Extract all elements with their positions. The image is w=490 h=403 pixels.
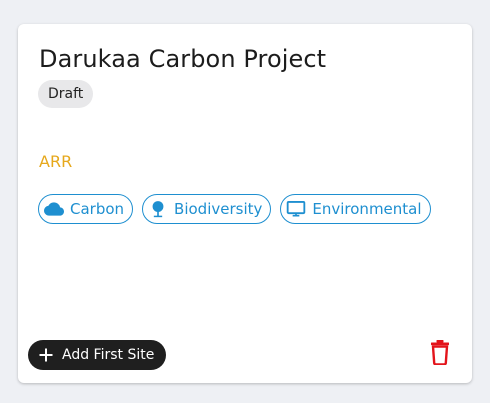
add-first-site-label: Add First Site (62, 347, 155, 363)
tree-icon (148, 199, 168, 219)
cloud-icon (44, 199, 64, 219)
tag-list: Carbon Biodiversity Environmental (38, 194, 431, 224)
tag-biodiversity[interactable]: Biodiversity (142, 194, 272, 224)
tag-label: Environmental (312, 200, 422, 218)
tag-label: Biodiversity (174, 200, 263, 218)
tag-environmental[interactable]: Environmental (280, 194, 431, 224)
add-first-site-button[interactable]: Add First Site (28, 340, 167, 370)
delete-button[interactable] (428, 340, 452, 368)
status-badge: Draft (38, 80, 94, 108)
tag-label: Carbon (70, 200, 125, 218)
trash-icon (430, 339, 450, 369)
project-card[interactable]: Darukaa Carbon Project Draft ARR Carbon … (18, 24, 472, 383)
project-category: ARR (39, 152, 73, 171)
monitor-icon (286, 199, 306, 219)
tag-carbon[interactable]: Carbon (38, 194, 134, 224)
project-title: Darukaa Carbon Project (39, 45, 327, 73)
plus-icon (38, 347, 54, 363)
